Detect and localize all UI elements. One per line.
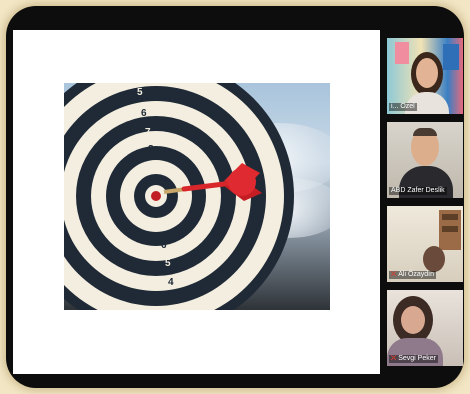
participant-name: ⛌ Sevgi Peker [389, 355, 438, 363]
participant-tile[interactable]: ⛌ Sevgi Peker [387, 290, 463, 366]
mic-off-icon: ⛌ [391, 271, 397, 278]
participant-name: ⛌ Ali Özaydın [389, 271, 437, 279]
target-number: 9 [151, 162, 157, 173]
participant-tile[interactable]: ABD Zafer Deslik [387, 122, 463, 198]
target-number: 7 [145, 127, 151, 138]
target-number: 5 [137, 87, 143, 98]
participant-name: i... Ozel [389, 103, 417, 111]
mic-off-icon: ⛌ [391, 355, 397, 362]
slide-image-dartboard: 5 6 7 8 9 6 5 4 [64, 83, 330, 310]
target-number: 6 [141, 108, 147, 119]
shared-screen: 5 6 7 8 9 6 5 4 [13, 30, 380, 374]
participant-tile[interactable]: ⛌ Ali Özaydın [387, 206, 463, 282]
participant-gallery: i... Ozel ABD Zafer Deslik ⛌ Ali Özaydın … [387, 38, 463, 366]
target-number: 6 [161, 240, 167, 251]
target-number: 8 [148, 144, 154, 155]
target-number: 5 [165, 258, 171, 269]
participant-tile[interactable]: i... Ozel [387, 38, 463, 114]
dartboard: 5 6 7 8 9 6 5 4 [64, 83, 294, 310]
participant-name: ABD Zafer Deslik [389, 187, 447, 195]
video-call-window: 5 6 7 8 9 6 5 4 i... Ozel ABD Zafer Desl… [6, 6, 464, 388]
target-number: 4 [168, 277, 174, 288]
